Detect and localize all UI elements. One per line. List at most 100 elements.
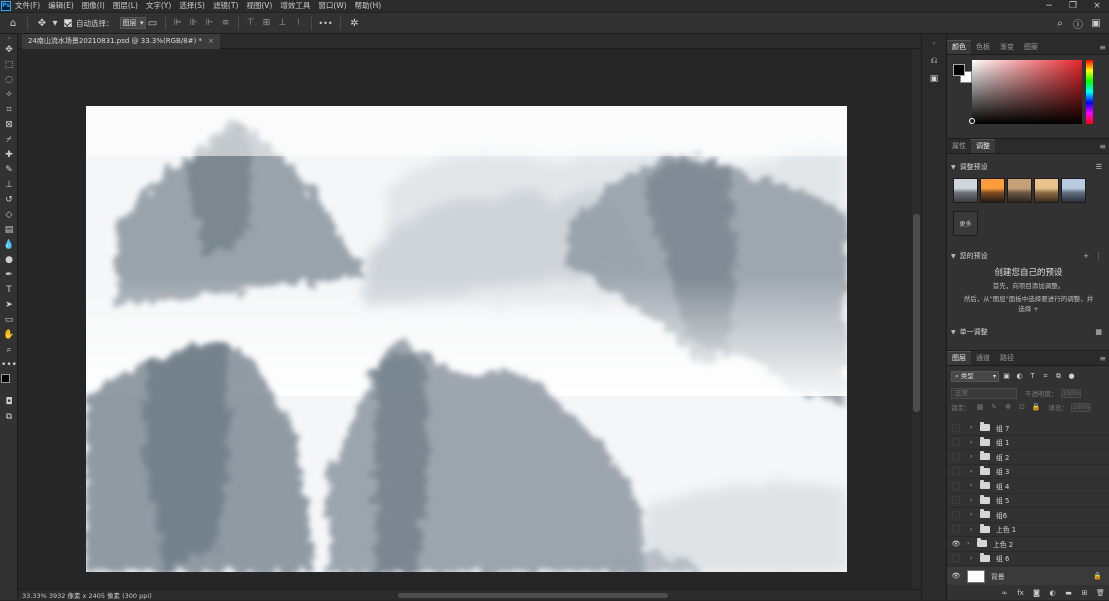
visibility-toggle[interactable] [952,496,960,505]
your-presets-header[interactable]: ▼ 您的预设 + ⋮ [947,249,1109,263]
type-filter-icon[interactable]: T [1027,371,1038,382]
align-middle-icon[interactable]: ⊞ [261,17,273,29]
menu-layer[interactable]: 图层(L) [109,0,142,12]
chevron-right-icon[interactable]: › [970,453,976,460]
lasso-tool-icon[interactable]: ◌ [0,72,18,87]
chevron-right-icon[interactable]: › [967,540,973,547]
collapse-icon[interactable]: « [925,36,943,50]
lock-artboard-icon[interactable]: ⊡ [1018,403,1027,412]
magic-wand-icon[interactable]: ✧ [0,87,18,102]
horizontal-scrollbar-thumb[interactable] [398,593,668,598]
tab-paths[interactable]: 路径 [995,352,1019,365]
tab-properties[interactable]: 属性 [947,140,971,153]
document-canvas[interactable] [86,106,847,572]
lock-position-icon[interactable]: ✥ [1004,403,1013,412]
3d-mode-icon[interactable]: ✲ [348,16,362,30]
canvas-workspace[interactable] [18,49,912,589]
chevron-right-icon[interactable]: › [970,482,976,489]
tab-patterns[interactable]: 图案 [1019,41,1043,54]
filter-toggle-icon[interactable]: ● [1066,371,1077,382]
layer-row-color-1[interactable]: › 上色 1 [947,523,1109,537]
history-brush-icon[interactable]: ↺ [0,192,18,207]
marquee-tool-icon[interactable]: ⬚ [0,57,18,72]
screen-mode-icon[interactable]: ⧉ [0,409,18,424]
menu-plugins[interactable]: 增效工具 [276,0,314,12]
blend-mode-select[interactable]: 正常 [951,387,1017,399]
chevron-right-icon[interactable]: › [970,468,976,475]
pixel-filter-icon[interactable]: ▣ [1001,371,1012,382]
tab-color[interactable]: 颜色 [947,40,971,54]
distribute-vertical-icon[interactable]: ⁝ [293,17,305,29]
preset-thumbnail[interactable] [980,178,1005,203]
chevron-right-icon[interactable]: › [970,511,976,518]
eyedropper-icon[interactable]: ⌿ [0,132,18,147]
visibility-toggle[interactable] [952,481,960,490]
document-tab[interactable]: 24南山流水场景20210831.psd @ 33.3%(RGB/8#) * × [22,34,220,49]
healing-brush-icon[interactable]: ✚ [0,147,18,162]
frame-tool-icon[interactable]: ⊠ [0,117,18,132]
eye-icon[interactable]: 👁 [950,571,962,581]
fill-field[interactable]: 100% [1071,402,1091,412]
tab-channels[interactable]: 通道 [971,352,995,365]
visibility-toggle[interactable] [952,554,960,563]
layer-row-group-3[interactable]: › 组 3 [947,465,1109,479]
list-view-icon[interactable]: ☰ [1096,163,1102,171]
search-icon[interactable]: ⌕ [1053,16,1067,30]
align-left-icon[interactable]: ⊫ [172,17,184,29]
align-right-icon[interactable]: ⊩ [204,17,216,29]
opacity-field[interactable]: 100% [1060,388,1081,398]
lock-all-icon[interactable]: 🔒 [1032,403,1041,412]
home-icon[interactable]: ⌂ [6,16,20,30]
adjust-presets-header[interactable]: ▼ 调整预设 ☰ [947,160,1109,174]
tab-gradients[interactable]: 渐变 [995,41,1019,54]
foreground-color-swatch[interactable] [953,64,965,76]
menu-view[interactable]: 视图(V) [242,0,276,12]
crop-tool-icon[interactable]: ⌗ [0,102,18,117]
delete-layer-icon[interactable]: 🗑 [1095,588,1106,599]
clone-stamp-icon[interactable]: ⊥ [0,177,18,192]
pen-tool-icon[interactable]: ✒ [0,267,18,282]
add-mask-icon[interactable]: ◙ [1031,588,1042,599]
visibility-toggle[interactable] [952,423,960,432]
preset-thumbnail[interactable] [1061,178,1086,203]
chevron-down-icon[interactable]: ▾ [52,16,58,30]
chevron-right-icon[interactable]: › [970,497,976,504]
tab-swatches[interactable]: 色板 [971,41,995,54]
menu-filter[interactable]: 滤镜(T) [209,0,242,12]
lock-icon[interactable]: 🔒 [1093,572,1102,580]
layer-row-group-4[interactable]: › 组 4 [947,479,1109,494]
chevron-right-icon[interactable]: › [970,555,976,562]
smart-object-filter-icon[interactable]: ⧉ [1053,371,1064,382]
menu-select[interactable]: 选择(S) [175,0,209,12]
menu-edit[interactable]: 编辑(E) [44,0,78,12]
chevron-right-icon[interactable]: › [970,526,976,533]
close-window-icon[interactable]: × [1085,0,1109,12]
move-tool-icon[interactable]: ✥ [0,42,18,57]
auto-select-dropdown[interactable]: 图层 [119,17,146,29]
menu-window[interactable]: 窗口(W) [314,0,350,12]
scrollbar-thumb[interactable] [913,214,920,412]
close-tab-icon[interactable]: × [208,34,214,49]
menu-help[interactable]: 帮助(H) [351,0,386,12]
layer-row-group-5[interactable]: › 组 5 [947,494,1109,508]
workspace-icon[interactable]: ▣ [1089,16,1103,30]
chevron-right-icon[interactable]: › [970,424,976,431]
layer-row-group-6b[interactable]: › 组6 [947,508,1109,523]
layer-row-group-7[interactable]: › 组 7 [947,421,1109,436]
shape-filter-icon[interactable]: ⌗ [1040,371,1051,382]
single-adjust-header[interactable]: ▼ 单一调整 ▦ [947,325,1109,339]
menu-file[interactable]: 文件(F) [11,0,44,12]
comments-icon[interactable]: ▣ [925,72,943,86]
align-bottom-icon[interactable]: ⊥ [277,17,289,29]
layer-row-group-1[interactable]: › 组 1 [947,436,1109,450]
lock-transparent-icon[interactable]: ▦ [976,403,985,412]
layer-row-background[interactable]: 👁 背景 🔒 [947,567,1109,585]
visibility-toggle[interactable] [952,467,960,476]
type-tool-icon[interactable]: T [0,282,18,297]
dodge-tool-icon[interactable]: ● [0,252,18,267]
auto-select-checkbox[interactable] [64,19,72,27]
align-distribute-icon[interactable]: ≡ [220,17,232,29]
layer-row-group-2[interactable]: › 组 2 [947,450,1109,465]
help-circle-icon[interactable]: ⓘ [1071,16,1085,31]
chevron-right-icon[interactable]: › [970,439,976,446]
